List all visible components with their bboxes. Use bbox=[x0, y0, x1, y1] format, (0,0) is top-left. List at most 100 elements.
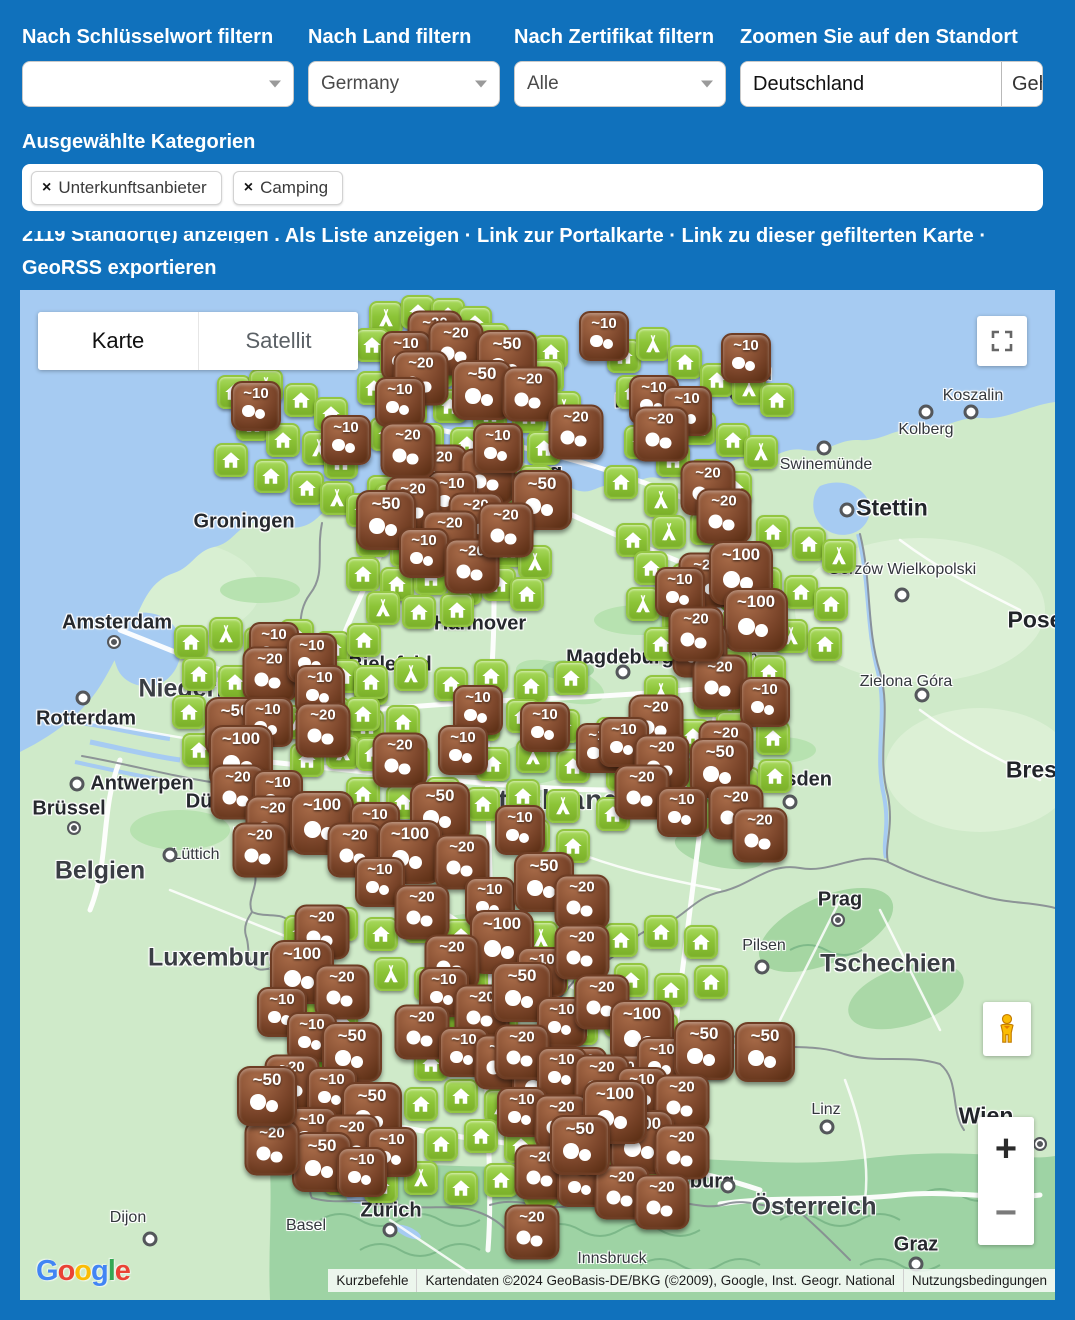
accommodation-marker[interactable] bbox=[760, 383, 794, 417]
cluster-marker[interactable]: ~50 bbox=[735, 1022, 795, 1082]
camping-marker[interactable] bbox=[636, 327, 670, 361]
map-type-satellit-button[interactable]: Satellit bbox=[198, 312, 358, 370]
cluster-marker[interactable]: ~10 bbox=[495, 805, 545, 855]
zoom-out-button[interactable]: − bbox=[978, 1181, 1034, 1245]
cluster-marker[interactable]: ~10 bbox=[721, 333, 771, 383]
pegman-button[interactable] bbox=[983, 1002, 1031, 1056]
cluster-marker[interactable]: ~10 bbox=[321, 415, 371, 465]
cluster-marker[interactable]: ~20 bbox=[395, 885, 450, 940]
accommodation-marker[interactable] bbox=[290, 471, 324, 505]
camping-marker[interactable] bbox=[374, 957, 408, 991]
accommodation-marker[interactable] bbox=[424, 1127, 458, 1161]
camping-marker[interactable] bbox=[366, 591, 400, 625]
cluster-marker[interactable]: ~50 bbox=[550, 1115, 610, 1175]
cluster-marker[interactable]: ~10 bbox=[579, 311, 629, 361]
cluster-marker[interactable]: ~20 bbox=[296, 703, 351, 758]
cluster-marker[interactable]: ~10 bbox=[399, 528, 449, 578]
map-type-karte-button[interactable]: Karte bbox=[38, 312, 198, 370]
cluster-marker[interactable]: ~20 bbox=[555, 875, 610, 930]
cluster-marker[interactable]: ~20 bbox=[479, 503, 534, 558]
cluster-marker[interactable]: ~10 bbox=[520, 702, 570, 752]
show-as-list-link[interactable]: Als Liste anzeigen bbox=[285, 225, 460, 247]
certificate-filter-select[interactable]: Alle bbox=[514, 61, 726, 107]
georss-export-link[interactable]: GeoRSS exportieren bbox=[22, 257, 217, 279]
accommodation-marker[interactable] bbox=[284, 383, 318, 417]
camping-marker[interactable] bbox=[822, 539, 856, 573]
accommodation-marker[interactable] bbox=[694, 965, 728, 999]
remove-chip-icon[interactable]: × bbox=[244, 179, 253, 197]
google-logo[interactable]: Google bbox=[36, 1255, 130, 1288]
camping-marker[interactable] bbox=[644, 483, 678, 517]
accommodation-marker[interactable] bbox=[808, 627, 842, 661]
cluster-marker[interactable]: ~20 bbox=[733, 808, 788, 863]
country-filter-select[interactable]: Germany bbox=[308, 61, 500, 107]
camping-marker[interactable] bbox=[546, 789, 580, 823]
camping-marker[interactable] bbox=[209, 617, 243, 651]
accommodation-marker[interactable] bbox=[668, 345, 702, 379]
cluster-marker[interactable]: ~50 bbox=[237, 1066, 297, 1126]
cluster-marker[interactable]: ~20 bbox=[373, 733, 428, 788]
keyword-filter-select[interactable] bbox=[22, 61, 294, 107]
cluster-marker[interactable]: ~10 bbox=[438, 725, 488, 775]
cluster-marker[interactable]: ~100 bbox=[724, 588, 788, 652]
category-chip-camping[interactable]: × Camping bbox=[233, 171, 343, 205]
cluster-marker[interactable]: ~20 bbox=[555, 925, 610, 980]
accommodation-marker[interactable] bbox=[510, 577, 544, 611]
accommodation-marker[interactable] bbox=[684, 925, 718, 959]
category-chip-unterkunftsanbieter[interactable]: × Unterkunftsanbieter bbox=[31, 171, 222, 205]
accommodation-marker[interactable] bbox=[346, 697, 380, 731]
accommodation-marker[interactable] bbox=[604, 465, 638, 499]
accommodation-marker[interactable] bbox=[364, 917, 398, 951]
cluster-marker[interactable]: ~10 bbox=[473, 423, 523, 473]
cluster-marker[interactable]: ~10 bbox=[337, 1147, 387, 1197]
accommodation-marker[interactable] bbox=[554, 661, 588, 695]
camping-marker[interactable] bbox=[394, 657, 428, 691]
accommodation-marker[interactable] bbox=[346, 557, 380, 591]
zoom-in-button[interactable]: + bbox=[978, 1117, 1034, 1181]
location-input[interactable] bbox=[741, 62, 1001, 106]
accommodation-marker[interactable] bbox=[214, 443, 248, 477]
accommodation-marker[interactable] bbox=[402, 595, 436, 629]
cluster-marker[interactable]: ~20 bbox=[505, 1205, 560, 1260]
map-canvas[interactable]: AmsterdamNiederlandeRotterdamAntwerpenBr… bbox=[20, 290, 1055, 1300]
remove-chip-icon[interactable]: × bbox=[42, 179, 51, 197]
accommodation-marker[interactable] bbox=[644, 915, 678, 949]
cluster-marker[interactable]: ~20 bbox=[549, 405, 604, 460]
accommodation-marker[interactable] bbox=[404, 1087, 438, 1121]
accommodation-marker[interactable] bbox=[174, 625, 208, 659]
portal-map-link[interactable]: Link zur Portalkarte bbox=[477, 225, 664, 247]
cluster-marker[interactable]: ~20 bbox=[697, 489, 752, 544]
accommodation-marker[interactable] bbox=[440, 593, 474, 627]
accommodation-marker[interactable] bbox=[784, 575, 818, 609]
cluster-marker[interactable]: ~20 bbox=[635, 1175, 690, 1230]
accommodation-marker[interactable] bbox=[182, 657, 216, 691]
accommodation-marker[interactable] bbox=[444, 1171, 478, 1205]
cluster-marker[interactable]: ~50 bbox=[674, 1020, 734, 1080]
selected-categories-box[interactable]: × Unterkunftsanbieter × Camping bbox=[22, 164, 1043, 211]
cluster-marker[interactable]: ~20 bbox=[655, 1125, 710, 1180]
accommodation-marker[interactable] bbox=[792, 527, 826, 561]
cluster-marker[interactable]: ~20 bbox=[381, 423, 436, 478]
accommodation-marker[interactable] bbox=[464, 1119, 498, 1153]
cluster-marker[interactable]: ~20 bbox=[233, 823, 288, 878]
cluster-marker[interactable]: ~20 bbox=[634, 407, 689, 462]
accommodation-marker[interactable] bbox=[758, 759, 792, 793]
cluster-marker[interactable]: ~10 bbox=[375, 377, 425, 427]
accommodation-marker[interactable] bbox=[484, 1163, 518, 1197]
cluster-marker[interactable]: ~10 bbox=[657, 787, 707, 837]
keyboard-shortcuts-link[interactable]: Kurzbefehle bbox=[328, 1269, 416, 1292]
accommodation-marker[interactable] bbox=[514, 669, 548, 703]
fullscreen-button[interactable] bbox=[977, 316, 1027, 366]
accommodation-marker[interactable] bbox=[172, 695, 206, 729]
cluster-marker[interactable]: ~20 bbox=[669, 607, 724, 662]
go-button[interactable]: Gehe zu bbox=[1001, 62, 1042, 106]
cluster-marker[interactable]: ~10 bbox=[740, 677, 790, 727]
accommodation-marker[interactable] bbox=[444, 1079, 478, 1113]
accommodation-marker[interactable] bbox=[354, 665, 388, 699]
camping-marker[interactable] bbox=[652, 515, 686, 549]
filtered-map-link[interactable]: Link zu dieser gefilterten Karte bbox=[682, 225, 974, 247]
cluster-marker[interactable]: ~10 bbox=[231, 381, 281, 431]
accommodation-marker[interactable] bbox=[347, 623, 381, 657]
accommodation-marker[interactable] bbox=[254, 459, 288, 493]
camping-marker[interactable] bbox=[744, 435, 778, 469]
